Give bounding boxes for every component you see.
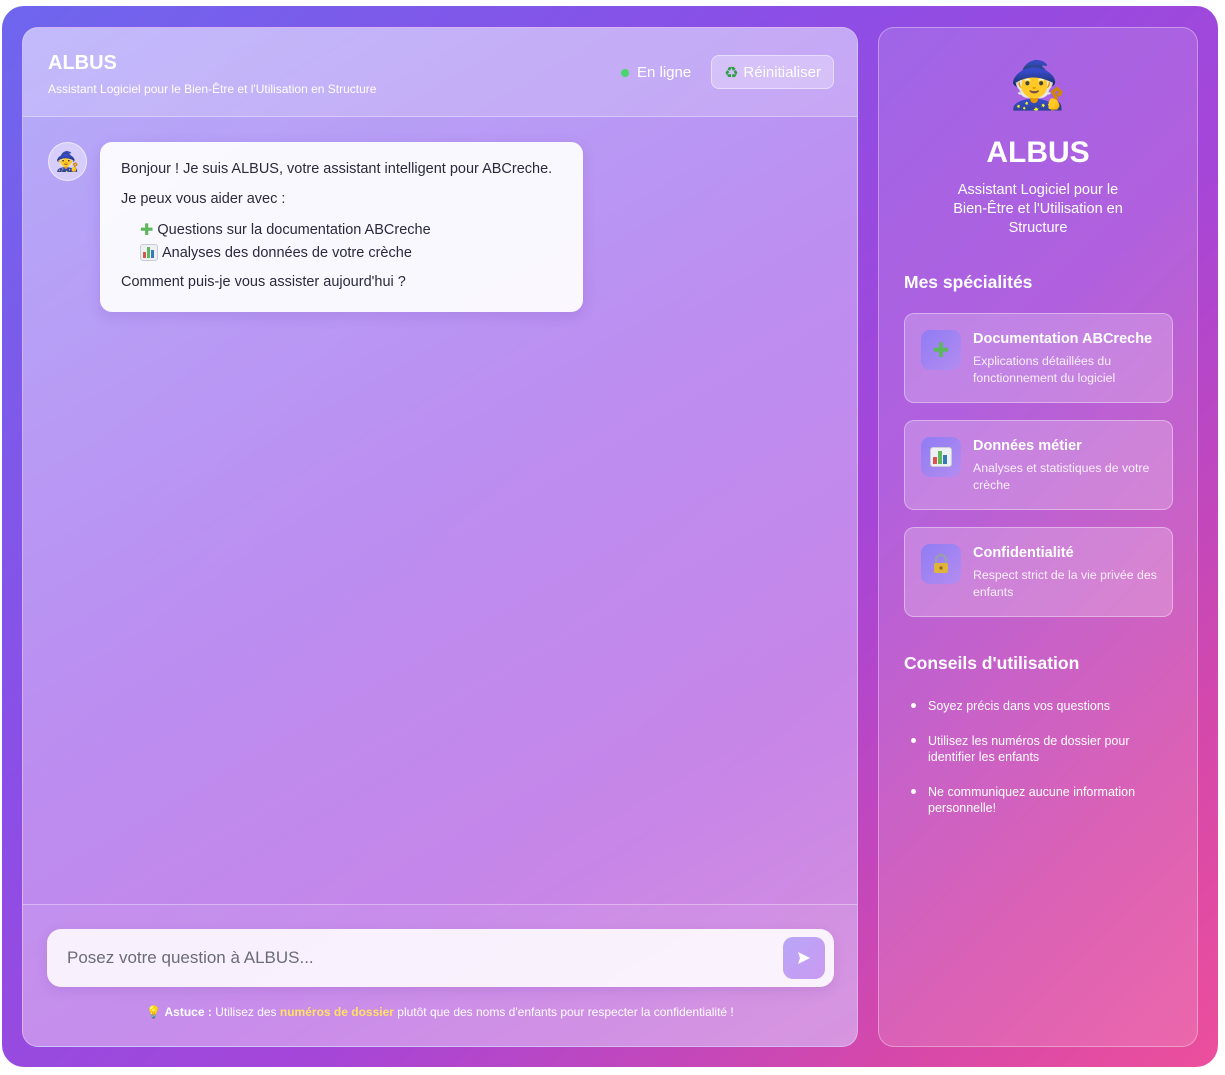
chat-panel: ALBUS Assistant Logiciel pour le Bien-Êt… xyxy=(22,27,858,1047)
send-button[interactable] xyxy=(783,937,825,979)
tip-highlight: numéros de dossier xyxy=(279,1005,394,1019)
specialty-title: Données métier xyxy=(973,438,1082,454)
input-box xyxy=(47,929,834,987)
list-item: Utilisez les numéros de dossier pour ide… xyxy=(904,733,1154,765)
bar-chart-icon xyxy=(921,437,961,477)
assistant-message: Bonjour ! Je suis ALBUS, votre assistant… xyxy=(100,142,583,312)
tips-list: Soyez précis dans vos questions Utilisez… xyxy=(904,698,1154,835)
specialty-card-data: Données métier Analyses et statistiques … xyxy=(904,420,1173,510)
assistant-avatar: 🧙 xyxy=(48,142,87,181)
header-subtitle: Assistant Logiciel pour le Bien-Être et … xyxy=(48,82,377,96)
list-item: Analyses des données de votre crèche xyxy=(140,244,412,261)
lightbulb-icon: 💡 xyxy=(146,1005,162,1019)
message-intro: Je peux vous aider avec : xyxy=(121,191,286,207)
input-area: 💡 Astuce : Utilisez des numéros de dossi… xyxy=(23,904,857,1046)
question-input[interactable] xyxy=(67,929,767,987)
list-item: Soyez précis dans vos questions xyxy=(904,698,1154,714)
send-icon xyxy=(798,952,810,964)
tip-after: plutôt que des noms d'enfants pour respe… xyxy=(393,1005,734,1019)
sidebar-subtitle: Assistant Logiciel pour le Bien-Être et … xyxy=(953,182,1123,236)
list-item: ✚ Questions sur la documentation ABCrech… xyxy=(140,220,431,239)
list-item-text: Questions sur la documentation ABCreche xyxy=(157,221,431,238)
header-title: ALBUS xyxy=(48,52,117,74)
specialty-card-documentation: ✚ Documentation ABCreche Explications dé… xyxy=(904,313,1173,403)
specialties-title: Mes spécialités xyxy=(904,272,1033,292)
online-dot-icon xyxy=(621,68,629,77)
puzzle-icon: ✚ xyxy=(140,220,154,239)
reset-button[interactable]: ♻ Réinitialiser xyxy=(711,55,834,89)
specialty-desc: Analyses et statistiques de votre crèche xyxy=(973,461,1150,492)
status-indicator: En ligne xyxy=(621,64,691,81)
specialty-title: Confidentialité xyxy=(973,545,1074,561)
bar-chart-icon xyxy=(140,244,158,261)
recycle-icon: ♻ xyxy=(724,62,739,82)
sidebar-title: ALBUS xyxy=(986,136,1090,169)
list-item-text: Analyses des données de votre crèche xyxy=(162,244,412,261)
status-label: En ligne xyxy=(637,64,692,81)
message-closing: Comment puis-je vous assister aujourd'hu… xyxy=(121,274,406,290)
specialty-card-privacy: Confidentialité Respect strict de la vie… xyxy=(904,527,1173,617)
lock-icon xyxy=(921,544,961,584)
specialty-desc: Explications détaillées du fonctionnemen… xyxy=(973,354,1116,385)
tip-label: Astuce : xyxy=(164,1005,212,1019)
tips-title: Conseils d'utilisation xyxy=(904,653,1080,673)
puzzle-icon: ✚ xyxy=(921,330,961,370)
sidebar: 🧙 ALBUS Assistant Logiciel pour le Bien-… xyxy=(878,27,1198,1047)
specialty-title: Documentation ABCreche xyxy=(973,331,1153,347)
tip-text: 💡 Astuce : Utilisez des numéros de dossi… xyxy=(23,1005,857,1019)
chat-header: ALBUS Assistant Logiciel pour le Bien-Êt… xyxy=(23,28,857,117)
message-greeting: Bonjour ! Je suis ALBUS, votre assistant… xyxy=(121,161,553,177)
reset-label: Réinitialiser xyxy=(743,63,821,81)
wizard-logo-icon: 🧙 xyxy=(1009,58,1067,112)
app-frame: ALBUS Assistant Logiciel pour le Bien-Êt… xyxy=(2,6,1218,1067)
list-item: Ne communiquez aucune information person… xyxy=(904,784,1154,816)
tip-before: Utilisez des xyxy=(211,1005,280,1019)
specialty-desc: Respect strict de la vie privée des enfa… xyxy=(973,568,1157,599)
